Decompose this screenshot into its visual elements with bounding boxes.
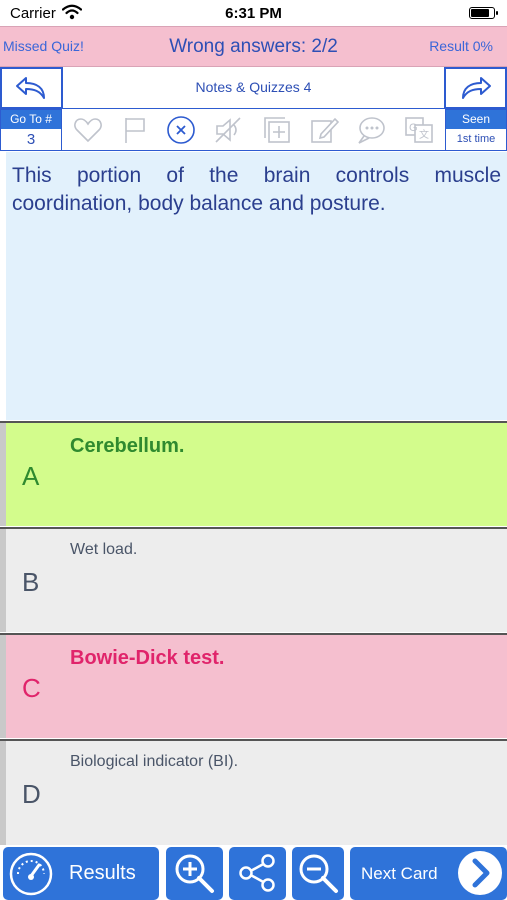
quiz-header: Missed Quiz! Wrong answers: 2/2 Result 0… (0, 26, 507, 67)
answer-letter: C (22, 673, 41, 703)
answer-strip (0, 423, 6, 526)
answer-text: Wet load. (70, 541, 138, 558)
answer-text: Cerebellum. (70, 435, 185, 457)
undo-arrow-icon (16, 77, 45, 99)
bottom-toolbar: Results Next Card (0, 845, 507, 900)
answer-letter: B (22, 567, 40, 597)
svg-text:文: 文 (419, 128, 429, 141)
zoom-in-button[interactable] (166, 847, 223, 900)
add-note-icon[interactable] (262, 115, 292, 145)
result-percent: Result 0% (429, 38, 493, 54)
previous-card-button[interactable] (0, 67, 63, 109)
answer-strip (0, 529, 6, 632)
goto-label: Go To # (1, 110, 61, 129)
cancel-circle-icon[interactable] (166, 115, 196, 145)
zoom-out-icon (299, 854, 338, 893)
next-card-arrow-button[interactable] (444, 67, 507, 109)
answer-option-a[interactable]: A Cerebellum. (0, 421, 507, 526)
zoom-in-icon (175, 854, 214, 893)
nav-bar: Notes & Quizzes 4 (0, 67, 507, 109)
battery-level (471, 9, 489, 17)
mute-icon[interactable] (213, 115, 243, 145)
next-card-button[interactable]: Next Card (350, 847, 507, 900)
battery-icon (469, 7, 498, 19)
answer-option-d[interactable]: D Biological indicator (BI). (0, 739, 507, 845)
answer-strip (0, 635, 6, 738)
question-text: This portion of the brain controls muscl… (12, 164, 501, 215)
seen-status-box: Seen 1st time (445, 109, 507, 151)
goto-value[interactable]: 3 (1, 129, 61, 150)
seen-value: 1st time (456, 133, 496, 145)
translate-icon[interactable]: G 文 (404, 115, 434, 145)
answer-strip (0, 741, 6, 845)
answer-letter: A (22, 461, 40, 491)
question-card: This portion of the brain controls muscl… (6, 152, 507, 420)
answer-option-c[interactable]: C Bowie-Dick test. (0, 633, 507, 738)
answer-text: Bowie-Dick test. (70, 647, 225, 669)
toolbar: Go To # 3 G 文 Seen 1st time (0, 109, 507, 151)
speedometer-icon (9, 852, 53, 896)
share-icon (239, 854, 275, 892)
zoom-out-button[interactable] (292, 847, 344, 900)
next-card-label: Next Card (361, 864, 438, 883)
answer-letter: D (22, 779, 41, 809)
flag-icon[interactable] (120, 115, 150, 145)
share-button[interactable] (229, 847, 286, 900)
results-label: Results (69, 862, 136, 884)
deck-title: Notes & Quizzes 4 (195, 79, 312, 95)
clock: 6:31 PM (225, 5, 282, 22)
status-bar: Carrier 6:31 PM (0, 0, 507, 26)
chevron-right-icon (458, 851, 502, 895)
chat-icon[interactable] (356, 115, 386, 145)
answer-text: Biological indicator (BI). (70, 753, 239, 770)
results-button[interactable]: Results (3, 847, 159, 900)
heart-icon[interactable] (73, 115, 103, 145)
seen-label: Seen (446, 110, 506, 129)
svg-text:G: G (409, 122, 418, 134)
answer-option-b[interactable]: B Wet load. (0, 527, 507, 632)
edit-icon[interactable] (309, 115, 339, 145)
goto-card-box[interactable]: Go To # 3 (0, 109, 62, 151)
redo-arrow-icon (462, 77, 491, 99)
